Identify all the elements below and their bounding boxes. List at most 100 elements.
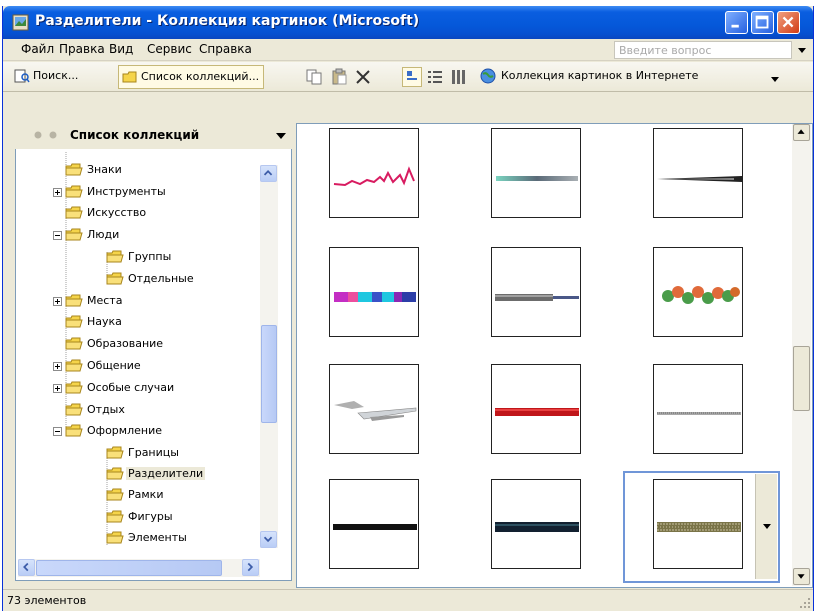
tree-item-label: Оформление <box>87 424 162 437</box>
clip-options-button[interactable] <box>755 474 777 579</box>
chevron-down-icon[interactable] <box>797 45 807 55</box>
folder-icon <box>65 206 83 219</box>
folder-icon <box>65 359 83 372</box>
scroll-up-button[interactable] <box>260 165 277 182</box>
pane-title: Список коллекций <box>70 128 200 142</box>
help-question-input[interactable]: Введите вопрос <box>614 41 792 59</box>
collection-list-label: Список коллекций... <box>141 70 260 83</box>
tree-item-label: Границы <box>128 446 179 459</box>
tapered-line-image <box>657 176 742 182</box>
folder-icon <box>106 531 124 544</box>
tree-item-label: Группы <box>128 250 172 263</box>
textured-bar-image <box>495 294 579 301</box>
clip-thumbnail[interactable] <box>329 247 419 337</box>
chevron-down-icon <box>797 574 805 579</box>
gallery-scroll-down-button[interactable] <box>793 568 810 585</box>
title-bar[interactable]: Разделители - Коллекция картинок (Micros… <box>3 6 813 39</box>
clip-thumbnail[interactable] <box>329 479 419 569</box>
collection-list-button[interactable]: Список коллекций... <box>118 65 265 89</box>
expand-button[interactable] <box>53 297 62 306</box>
list-view-icon[interactable] <box>426 68 444 86</box>
clip-thumbnail[interactable] <box>329 364 419 454</box>
folder-icon <box>106 467 124 480</box>
folder-icon <box>106 488 124 501</box>
online-collection-button[interactable]: Коллекция картинок в Интернете <box>477 65 702 89</box>
menu-edit[interactable]: Правка <box>59 42 105 56</box>
chevron-right-icon <box>247 562 254 572</box>
tree-vertical-scrollbar[interactable] <box>260 165 278 548</box>
tree-item-label: Общение <box>87 359 141 372</box>
clip-thumbnail[interactable] <box>653 128 743 218</box>
search-button[interactable]: Поиск... <box>11 65 82 89</box>
online-collection-label: Коллекция картинок в Интернете <box>501 69 699 82</box>
back-arrow-icon[interactable] <box>33 130 43 140</box>
collapse-button[interactable] <box>53 427 62 436</box>
tree-item-label: Места <box>87 294 123 307</box>
scroll-left-button[interactable] <box>18 559 35 576</box>
delete-icon[interactable] <box>354 68 372 86</box>
menu-help[interactable]: Справка <box>199 42 252 56</box>
folder-icon <box>65 163 83 176</box>
folder-icon <box>65 337 83 350</box>
clip-thumbnail[interactable] <box>653 364 743 454</box>
clip-thumbnail[interactable] <box>491 364 581 454</box>
clip-thumbnail[interactable] <box>653 247 743 337</box>
minimize-icon <box>731 24 739 28</box>
menu-file[interactable]: Файл <box>21 42 54 56</box>
tree-hscroll-thumb[interactable] <box>36 560 222 576</box>
window-title: Разделители - Коллекция картинок (Micros… <box>35 13 420 29</box>
folder-icon <box>65 294 83 307</box>
maximize-icon <box>755 15 769 29</box>
tree-item-label: Разделители <box>126 467 206 480</box>
clip-thumbnail-selected[interactable] <box>653 479 743 569</box>
tree-item-label: Наука <box>87 315 122 328</box>
clip-thumbnail[interactable] <box>491 479 581 569</box>
streak-divider-image <box>334 401 417 421</box>
copy-icon[interactable] <box>305 68 323 86</box>
details-view-icon[interactable] <box>450 68 468 86</box>
collapse-button[interactable] <box>53 231 62 240</box>
toolbar: Поиск... Список коллекций... Коллекция к… <box>3 62 813 92</box>
gallery-scroll-up-button[interactable] <box>793 124 810 141</box>
folder-icon <box>65 381 83 394</box>
close-button[interactable] <box>777 11 800 34</box>
gallery-vertical-scrollbar[interactable] <box>792 124 811 586</box>
globe-icon <box>480 68 496 84</box>
menu-tools[interactable]: Сервис <box>147 42 192 56</box>
folder-icon <box>65 185 83 198</box>
tree-scroll-thumb[interactable] <box>261 325 277 423</box>
chevron-down-icon <box>263 536 273 543</box>
clip-thumbnail[interactable] <box>491 247 581 337</box>
floral-divider-image <box>662 286 740 304</box>
tree-item-label: Особые случаи <box>87 381 175 394</box>
toolbar-options-icon[interactable] <box>771 75 779 83</box>
forward-arrow-icon[interactable] <box>48 130 58 140</box>
red-bar-image <box>495 408 579 416</box>
clip-thumbnail[interactable] <box>491 128 581 218</box>
tree-horizontal-scrollbar[interactable] <box>18 559 260 577</box>
search-pane-icon <box>14 69 30 83</box>
scroll-down-button[interactable] <box>260 531 277 548</box>
clip-art-icon <box>12 14 29 31</box>
clip-thumbnail[interactable] <box>329 128 419 218</box>
tree-item-label: Элементы <box>128 531 187 544</box>
menu-view[interactable]: Вид <box>109 42 133 56</box>
thumbnails-view-icon[interactable] <box>402 67 422 87</box>
folder-icon <box>106 272 124 285</box>
gallery-scroll-thumb[interactable] <box>793 346 810 411</box>
expand-button[interactable] <box>53 188 62 197</box>
chevron-left-icon <box>23 562 29 572</box>
dotted-bar-image <box>657 412 741 415</box>
scroll-right-button[interactable] <box>242 559 259 576</box>
expand-button[interactable] <box>53 384 62 393</box>
folder-icon <box>106 510 124 523</box>
status-item-count: 73 элементов <box>7 594 87 607</box>
folder-icon <box>65 228 83 241</box>
minimize-button[interactable] <box>725 11 748 34</box>
folder-icon <box>65 424 83 437</box>
maximize-button[interactable] <box>751 11 774 34</box>
resize-grip-icon[interactable] <box>799 597 811 609</box>
expand-button[interactable] <box>53 362 62 371</box>
paste-icon[interactable] <box>330 68 348 86</box>
chevron-down-icon[interactable] <box>276 132 286 140</box>
